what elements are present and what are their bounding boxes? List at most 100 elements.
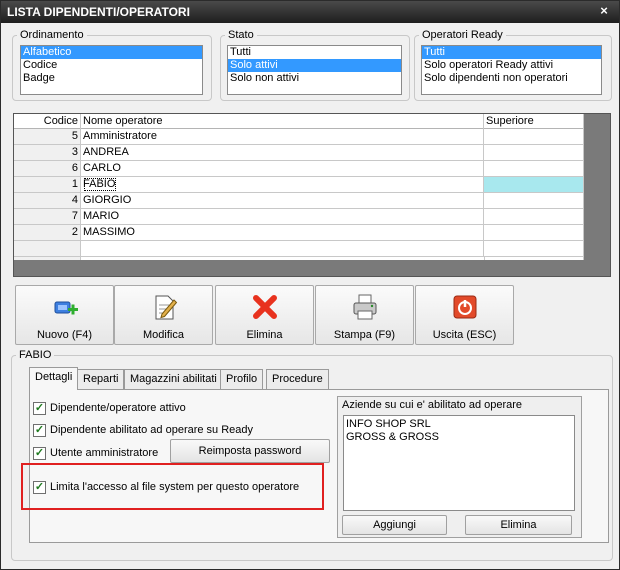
stato-list[interactable]: Tutti Solo attivi Solo non attivi: [227, 45, 402, 95]
printer-icon: [353, 294, 377, 320]
tab-procedure[interactable]: Procedure: [266, 369, 329, 389]
window-title: LISTA DIPENDENTI/OPERATORI: [7, 5, 190, 19]
superior-cell[interactable]: [484, 145, 584, 161]
superior-cell[interactable]: [484, 241, 584, 257]
edit-document-icon: [155, 295, 178, 320]
code-cell[interactable]: 4: [14, 193, 81, 209]
print-label: Stampa (F9): [333, 329, 396, 341]
superior-cell[interactable]: [484, 177, 584, 193]
ordinamento-option[interactable]: Alfabetico: [21, 46, 202, 59]
stato-label: Stato: [228, 29, 254, 41]
operatori_ready-option[interactable]: Tutti: [422, 46, 601, 59]
companies-panel: Aziende su cui e' abilitato ad operare I…: [337, 396, 582, 538]
tab-magazzini-abilitati[interactable]: Magazzini abilitati: [124, 369, 223, 389]
operatori_ready-option[interactable]: Solo operatori Ready attivi: [422, 59, 601, 72]
name-cell[interactable]: Amministratore: [81, 129, 484, 145]
name-cell[interactable]: FABIO: [81, 177, 484, 193]
code-cell[interactable]: 3: [14, 145, 81, 161]
print-button[interactable]: Stampa (F9): [315, 285, 414, 345]
code-cell[interactable]: 6: [14, 161, 81, 177]
grid-body: Codice Nome operatore Superiore 5 Amminis…: [14, 114, 584, 260]
detail-group-label: FABIO: [19, 349, 52, 361]
superior-cell[interactable]: [484, 193, 584, 209]
tab-profilo[interactable]: Profilo: [220, 369, 264, 389]
exit-button[interactable]: Uscita (ESC): [415, 285, 514, 345]
tab-dettagli[interactable]: Dettagli: [29, 367, 79, 390]
name-cell[interactable]: MASSIMO: [81, 225, 484, 241]
code-cell[interactable]: 7: [14, 209, 81, 225]
name-cell[interactable]: GIORGIO: [81, 193, 484, 209]
close-icon[interactable]: ×: [597, 4, 611, 18]
tab-page-dettagli: ✓ Dipendente/operatore attivo ✓ Dipenden…: [21, 389, 609, 543]
operator-name: CARLO: [83, 162, 121, 174]
operator-name: ANDREA: [83, 146, 129, 158]
operator-name: MASSIMO: [83, 226, 135, 238]
admin-checkbox-label: Utente amministratore: [50, 447, 159, 459]
checkmark-icon: ✓: [33, 481, 46, 494]
code-cell[interactable]: 1: [14, 177, 81, 193]
stato-option[interactable]: Tutti: [228, 46, 401, 59]
table-row[interactable]: 3 ANDREA: [14, 145, 584, 161]
table-row[interactable]: [14, 241, 584, 257]
list-item[interactable]: GROSS & GROSS: [346, 431, 572, 444]
delete-company-button[interactable]: Elimina: [465, 515, 572, 535]
delete-x-icon: [253, 295, 277, 319]
column-header-code[interactable]: Codice: [14, 114, 81, 129]
delete-label: Elimina: [246, 329, 283, 341]
column-header-name[interactable]: Nome operatore: [81, 114, 484, 129]
name-cell[interactable]: MARIO: [81, 209, 484, 225]
new-button[interactable]: Nuovo (F4): [15, 285, 114, 345]
exit-label: Uscita (ESC): [432, 329, 497, 341]
active-checkbox-label: Dipendente/operatore attivo: [50, 402, 186, 414]
code-cell[interactable]: 5: [14, 129, 81, 145]
superior-cell[interactable]: [484, 161, 584, 177]
name-cell[interactable]: ANDREA: [81, 145, 484, 161]
code-cell[interactable]: 2: [14, 225, 81, 241]
superior-cell[interactable]: [484, 209, 584, 225]
operatori-ready-label: Operatori Ready: [422, 29, 503, 41]
code-cell[interactable]: [14, 241, 81, 257]
operator-grid[interactable]: Codice Nome operatore Superiore 5 Amminis…: [13, 113, 611, 277]
operator-name: GIORGIO: [83, 194, 132, 206]
table-row[interactable]: 2 MASSIMO: [14, 225, 584, 241]
ordinamento-list[interactable]: Alfabetico Codice Badge: [20, 45, 203, 95]
operator-name: MARIO: [83, 210, 120, 222]
ordinamento-option[interactable]: Badge: [21, 72, 202, 85]
tab-reparti[interactable]: Reparti: [77, 369, 125, 389]
reset-password-button[interactable]: Reimposta password: [170, 439, 330, 463]
table-row[interactable]: 1 FABIO: [14, 177, 584, 193]
operator-name: FABIO: [83, 178, 117, 191]
operator-name: Amministratore: [83, 130, 157, 142]
operator-list-window: LISTA DIPENDENTI/OPERATORI × Ordinamento…: [0, 0, 620, 570]
superior-cell[interactable]: [484, 129, 584, 145]
add-company-button[interactable]: Aggiungi: [342, 515, 447, 535]
checkmark-icon: ✓: [33, 424, 46, 437]
companies-list[interactable]: INFO SHOP SRL GROSS & GROSS: [343, 415, 575, 511]
edit-button[interactable]: Modifica: [114, 285, 213, 345]
list-item[interactable]: INFO SHOP SRL: [346, 418, 572, 431]
stato-option[interactable]: Solo non attivi: [228, 72, 401, 85]
column-header-superior[interactable]: Superiore: [484, 114, 584, 129]
table-row[interactable]: 6 CARLO: [14, 161, 584, 177]
operatori_ready-option[interactable]: Solo dipendenti non operatori: [422, 72, 601, 85]
table-row[interactable]: 5 Amministratore: [14, 129, 584, 145]
ordinamento-option[interactable]: Codice: [21, 59, 202, 72]
edit-label: Modifica: [143, 329, 184, 341]
delete-button[interactable]: Elimina: [215, 285, 314, 345]
checkmark-icon: ✓: [33, 447, 46, 460]
table-row[interactable]: 7 MARIO: [14, 209, 584, 225]
superior-cell[interactable]: [484, 225, 584, 241]
name-cell[interactable]: CARLO: [81, 161, 484, 177]
ordinamento-label: Ordinamento: [20, 29, 84, 41]
power-icon: [453, 295, 477, 319]
title-bar[interactable]: LISTA DIPENDENTI/OPERATORI ×: [1, 1, 619, 23]
grid-empty-area: [14, 257, 584, 260]
name-cell[interactable]: [81, 241, 484, 257]
stato-option[interactable]: Solo attivi: [228, 59, 401, 72]
ready-checkbox-label: Dipendente abilitato ad operare su Ready: [50, 424, 254, 436]
grid-header: Codice Nome operatore Superiore: [14, 114, 584, 129]
operatori-ready-list[interactable]: Tutti Solo operatori Ready attivi Solo dip…: [421, 45, 602, 95]
table-row[interactable]: 4 GIORGIO: [14, 193, 584, 209]
companies-label: Aziende su cui e' abilitato ad operare: [342, 399, 523, 411]
checkmark-icon: ✓: [33, 402, 46, 415]
